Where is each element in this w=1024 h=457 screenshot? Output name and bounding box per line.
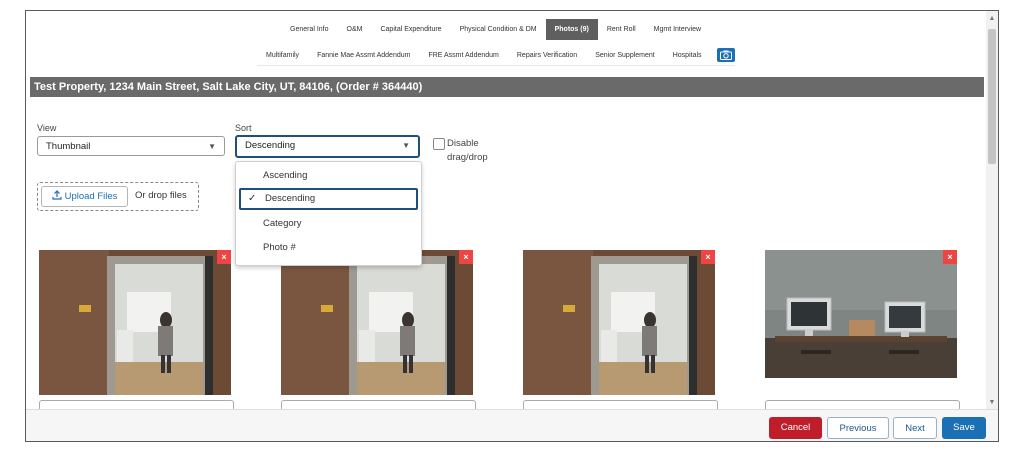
tab-mgmt-interview[interactable]: Mgmt Interview	[645, 19, 710, 40]
footer-bar: Cancel Previous Next Save	[26, 409, 998, 441]
upload-icon	[51, 190, 62, 200]
door-photo-icon	[281, 250, 473, 395]
tab-senior-supplement[interactable]: Senior Supplement	[586, 45, 664, 66]
photo-thumbnail-2[interactable]: ×	[281, 250, 473, 395]
tab-capital-expenditure[interactable]: Capital Expenditure	[371, 19, 450, 40]
tab-photos[interactable]: Photos (9)	[545, 19, 598, 40]
tab-repairs-verification[interactable]: Repairs Verification	[508, 45, 586, 66]
photo-thumbnail-1[interactable]: ×	[39, 250, 231, 395]
upload-files-button[interactable]: Upload Files	[41, 186, 128, 207]
cancel-button[interactable]: Cancel	[769, 417, 822, 439]
chevron-down-icon: ▼	[402, 141, 410, 150]
app-frame: General Info O&M Capital Expenditure Phy…	[25, 10, 999, 442]
sort-label: Sort	[235, 123, 252, 133]
disable-drag-label: Disable drag/drop	[447, 138, 488, 163]
door-photo-icon	[39, 250, 231, 395]
save-button[interactable]: Save	[942, 417, 986, 439]
remove-photo-button[interactable]: ×	[459, 250, 473, 264]
photo-thumbnail-4[interactable]: ×	[765, 250, 957, 378]
tab-fre-addendum[interactable]: FRE Assmt Addendum	[419, 45, 507, 66]
file-drop-zone[interactable]: Upload Files Or drop files	[37, 182, 199, 211]
vertical-scrollbar[interactable]: ▲ ▼	[986, 11, 998, 409]
tab-om[interactable]: O&M	[338, 19, 372, 40]
nav-tabs-secondary: Multifamily Fannie Mae Assmt Addendum FR…	[257, 45, 735, 66]
scroll-up-icon[interactable]: ▲	[986, 13, 998, 25]
remove-photo-button[interactable]: ×	[943, 250, 957, 264]
tab-hospitals[interactable]: Hospitals	[664, 45, 711, 66]
view-select-value: Thumbnail	[46, 141, 91, 152]
tab-rent-roll[interactable]: Rent Roll	[598, 19, 645, 40]
property-title: Test Property, 1234 Main Street, Salt La…	[30, 77, 984, 97]
disable-drag-checkbox[interactable]	[433, 138, 445, 150]
view-label: View	[37, 123, 57, 133]
photo-thumbnail-3[interactable]: ×	[523, 250, 715, 395]
next-button[interactable]: Next	[893, 417, 937, 439]
previous-button[interactable]: Previous	[827, 417, 889, 439]
scroll-down-icon[interactable]: ▼	[986, 397, 998, 409]
nav-tabs-primary: General Info O&M Capital Expenditure Phy…	[281, 19, 710, 40]
tab-physical-condition[interactable]: Physical Condition & DM	[451, 19, 546, 40]
remove-photo-button[interactable]: ×	[701, 250, 715, 264]
office-desk-photo-icon	[765, 250, 957, 378]
scrollbar-thumb[interactable]	[988, 29, 996, 164]
sort-option-ascending[interactable]: Ascending	[236, 165, 421, 187]
sort-select[interactable]: Descending ▼	[235, 135, 420, 158]
upload-files-label: Upload Files	[64, 191, 118, 202]
tab-multifamily[interactable]: Multifamily	[257, 45, 308, 66]
door-photo-icon	[523, 250, 715, 395]
sort-option-photo-number[interactable]: Photo #	[236, 237, 421, 259]
sort-option-descending-label: Descending	[265, 193, 316, 204]
tab-general-info[interactable]: General Info	[281, 19, 338, 40]
sort-option-descending[interactable]: ✓ Descending	[239, 188, 418, 210]
sort-option-category[interactable]: Category	[236, 213, 421, 235]
tab-fannie-mae-addendum[interactable]: Fannie Mae Assmt Addendum	[308, 45, 419, 66]
sort-select-value: Descending	[245, 140, 296, 151]
camera-button[interactable]	[716, 48, 735, 62]
remove-photo-button[interactable]: ×	[217, 250, 231, 264]
view-select[interactable]: Thumbnail ▼	[37, 136, 225, 156]
drop-files-text: Or drop files	[135, 190, 187, 201]
sort-dropdown-menu: Ascending ✓ Descending Category Photo #	[235, 161, 422, 266]
camera-icon	[719, 50, 732, 60]
checkmark-icon: ✓	[248, 193, 257, 204]
chevron-down-icon: ▼	[208, 142, 216, 151]
